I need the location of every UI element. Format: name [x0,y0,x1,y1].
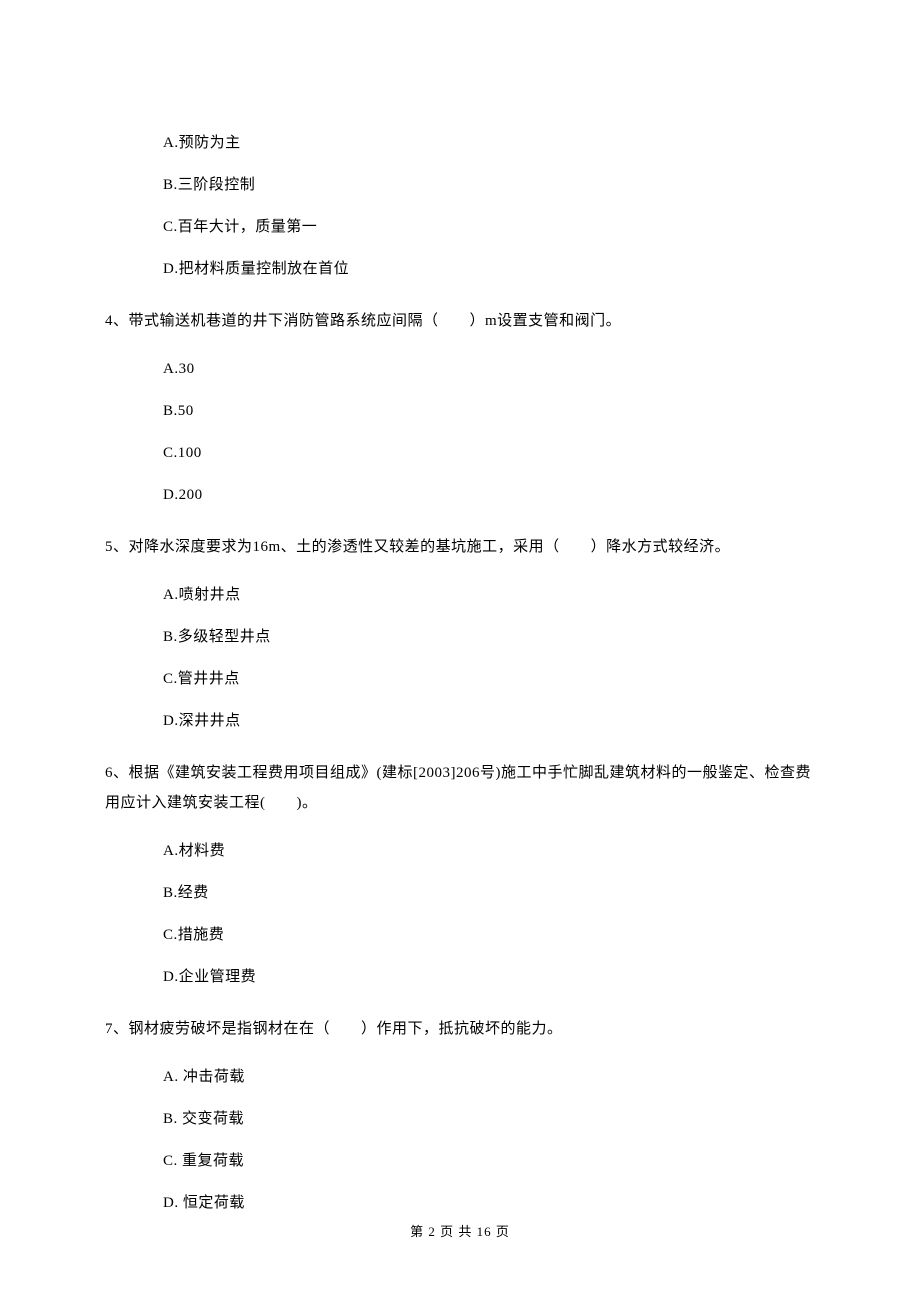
q5-stem: 5、对降水深度要求为16m、土的渗透性又较差的基坑施工，采用（ ）降水方式较经济… [105,532,815,562]
q5-option-c: C.管井井点 [163,670,815,688]
q4-option-d: D.200 [163,486,815,504]
page-content: A.预防为主 B.三阶段控制 C.百年大计，质量第一 D.把材料质量控制放在首位… [0,0,920,1212]
q3-option-b: B.三阶段控制 [163,176,815,194]
q6-option-d: D.企业管理费 [163,968,815,986]
q7-option-b: B. 交变荷载 [163,1110,815,1128]
q3-option-a: A.预防为主 [163,134,815,152]
q7-stem: 7、钢材疲劳破坏是指钢材在在（ ）作用下，抵抗破坏的能力。 [105,1014,815,1044]
q4-option-c: C.100 [163,444,815,462]
q5-option-d: D.深井井点 [163,712,815,730]
q6-option-a: A.材料费 [163,842,815,860]
q3-option-c: C.百年大计，质量第一 [163,218,815,236]
page-footer: 第 2 页 共 16 页 [0,1221,920,1240]
q7-option-c: C. 重复荷载 [163,1152,815,1170]
q6-stem: 6、根据《建筑安装工程费用项目组成》(建标[2003]206号)施工中手忙脚乱建… [105,758,815,818]
q7-option-d: D. 恒定荷载 [163,1194,815,1212]
q4-option-b: B.50 [163,402,815,420]
q3-option-d: D.把材料质量控制放在首位 [163,260,815,278]
q6-option-c: C.措施费 [163,926,815,944]
q4-option-a: A.30 [163,360,815,378]
q7-option-a: A. 冲击荷载 [163,1068,815,1086]
q5-option-a: A.喷射井点 [163,586,815,604]
q4-stem: 4、带式输送机巷道的井下消防管路系统应间隔（ ）m设置支管和阀门。 [105,306,815,336]
q6-option-b: B.经费 [163,884,815,902]
q5-option-b: B.多级轻型井点 [163,628,815,646]
